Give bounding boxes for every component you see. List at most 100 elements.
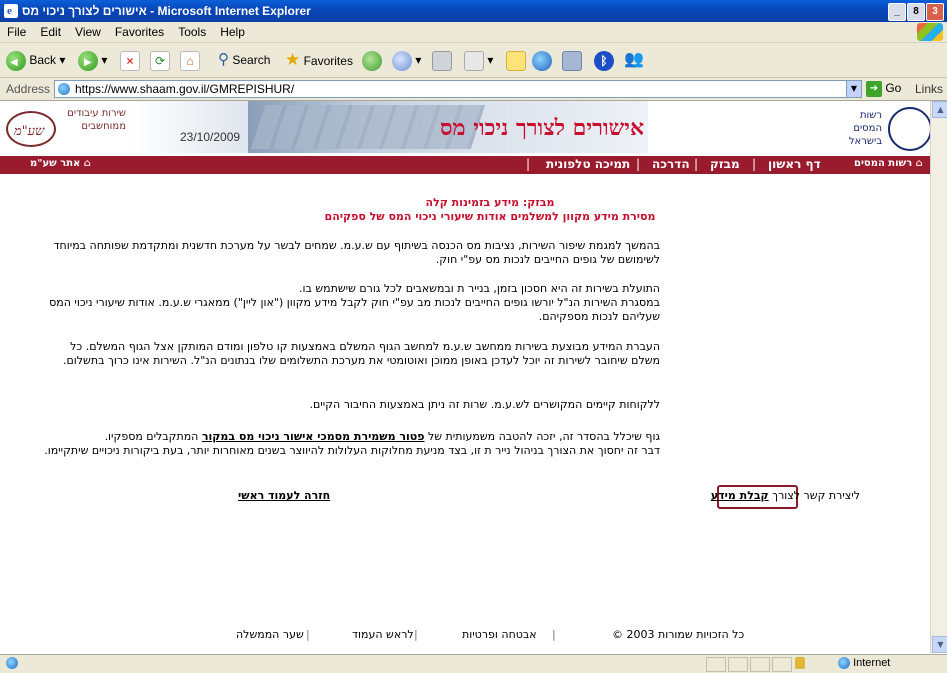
nav-shaam-site[interactable]: אתר שע"מ ⌂ [30,158,91,169]
footer-gov-link[interactable]: שער הממשלה [236,628,304,641]
back-button[interactable]: Back ▾ [6,49,65,71]
forward-button[interactable]: ▾ [78,49,107,71]
menu-tools[interactable]: Tools [171,22,213,39]
status-cell [706,657,726,672]
menu-file[interactable]: File [0,22,33,39]
research-button[interactable] [562,49,582,71]
address-label: Address [6,82,51,96]
paragraph-service: במסגרת השירות הנ"ל יורשו גופים החייבים ל… [49,296,660,323]
secure-lock-icon [795,657,805,669]
nav-separator: | [526,157,531,171]
print-button[interactable] [432,49,452,71]
refresh-icon: ⟳ [150,50,170,71]
footer-copyright: © כל הזכויות שמורות 2003 [612,628,745,641]
nav-separator: | [752,157,757,171]
close-button[interactable]: 3 [926,3,944,21]
flash-subheading: מסירת מידע מקוון למשלמים אודות שיעורי ני… [324,210,656,223]
menu-bar: File Edit View Favorites Tools Help [0,22,947,43]
links-button[interactable]: Links [915,82,943,96]
get-info-link[interactable]: קבלת מידע [711,489,769,502]
status-cell [772,657,792,672]
home-button[interactable]: ⌂ [180,49,200,71]
exemption-pre: גוף שיכלל בהסדר זה, יזכה להטבה משמעותית … [428,430,660,443]
nav-shaam-site-label: אתר שע"מ [30,158,81,169]
current-date: 23/10/2009 [180,130,241,144]
nav-phone-support[interactable]: תמיכה טלפונית [546,157,630,171]
menu-favorites[interactable]: Favorites [108,22,171,39]
address-bar: Address https://www.shaam.gov.il/GMREPIS… [0,78,947,101]
star-icon: ★ [285,50,301,69]
paragraph-savings: דבר זה יחסוך את הצורך בניהול נייר ת זו, … [44,444,660,457]
back-arrow-icon [6,50,26,71]
globe-icon [532,50,552,71]
date-panel [130,101,248,153]
tax-authority-logo-text: רשות המסים בישראל [848,110,882,147]
history-button[interactable]: ▾ [392,49,421,71]
history-icon [392,50,412,71]
contact-pre: ליצירת קשר לצורך [772,489,860,502]
go-button[interactable]: ➜ Go [866,81,901,97]
printer-icon [432,50,452,71]
exemption-post: המתקבלים מספקיו. [104,430,199,443]
search-button[interactable]: ⚲ Search [218,49,270,71]
folder-icon [506,50,526,71]
messenger-button[interactable] [532,49,552,71]
main-content: מבזק: מידע בזמינות קלה מסירת מידע מקוון … [0,175,930,645]
footer-privacy-link[interactable]: אבטחה ופרטיות [462,628,537,641]
paragraph-benefit: התועלת בשירות זה היא חסכון בזמן, בנייר ת… [298,282,660,295]
search-icon: ⚲ [218,51,229,68]
address-url: https://www.shaam.gov.il/GMREPISHUR/ [75,82,295,96]
address-input[interactable]: https://www.shaam.gov.il/GMREPISHUR/ ▼ [54,80,862,98]
address-dropdown-icon[interactable]: ▼ [846,81,861,97]
refresh-button[interactable]: ⟳ [150,49,170,71]
menu-view[interactable]: View [68,22,108,39]
paragraph-exemption: גוף שיכלל בהסדר זה, יזכה להטבה משמעותית … [40,430,660,444]
favorites-button[interactable]: ★ Favorites [285,49,353,71]
scroll-up-icon[interactable]: ▲ [932,101,947,118]
security-zone: Internet [838,657,890,670]
page-icon [58,83,70,95]
nav-separator: | [694,157,699,171]
media-icon [362,50,382,71]
minimize-button[interactable]: _ [888,3,906,21]
window-title-bar[interactable]: e אישורים לצורך ניכוי מס - Microsoft Int… [0,0,947,22]
window-title: אישורים לצורך ניכוי מס - Microsoft Inter… [22,4,311,18]
nav-guidance[interactable]: הדרכה [652,157,690,171]
footer-separator: | [552,628,556,641]
footer-separator: | [414,628,418,641]
nav-tax-authority-label: רשות המסים [854,158,913,169]
back-to-home-link[interactable]: חזרה לעמוד ראשי [238,489,330,502]
scroll-down-icon[interactable]: ▼ [932,636,947,653]
edit-button[interactable]: ▾ [464,49,493,71]
maximize-button[interactable]: 8 [907,3,925,21]
page-status-icon [6,657,18,669]
vertical-scrollbar[interactable]: ▲ ▼ [930,101,947,653]
bluetooth-icon: ᛒ [594,50,614,71]
research-icon [562,50,582,71]
stop-button[interactable]: × [120,49,140,71]
contact-line: ליצירת קשר לצורך קבלת מידע [600,489,860,502]
shaam-house-icon: ⌂ [83,158,91,169]
search-label: Search [232,53,271,67]
tax-authority-logo[interactable] [888,107,932,151]
home-house-icon: ⌂ [915,158,923,169]
nav-home[interactable]: דף ראשון [768,157,821,171]
edit-page-icon [464,50,484,71]
page-title: אישורים לצורך ניכוי מס [440,115,645,141]
go-arrow-icon: ➜ [866,81,882,97]
media-button[interactable] [362,49,382,71]
nav-mivzak[interactable]: מבזק [710,157,740,171]
favorites-label: Favorites [303,54,353,68]
discuss-button[interactable] [506,49,526,71]
status-bar: Internet [0,654,947,673]
contacts-button[interactable]: 👥 [624,49,644,71]
go-label: Go [885,81,902,96]
menu-help[interactable]: Help [213,22,252,39]
exemption-link[interactable]: פטור משמירת מסמכי אישור ניכוי מס במקור [202,430,425,443]
nav-tax-authority[interactable]: רשות המסים ⌂ [854,158,923,169]
shaam-logo-mark: שע"מ [14,124,45,139]
footer-separator: | [306,628,310,641]
footer-top-link[interactable]: לראש העמוד [352,628,414,641]
menu-edit[interactable]: Edit [33,22,68,39]
bluetooth-button[interactable]: ᛒ [594,49,614,71]
